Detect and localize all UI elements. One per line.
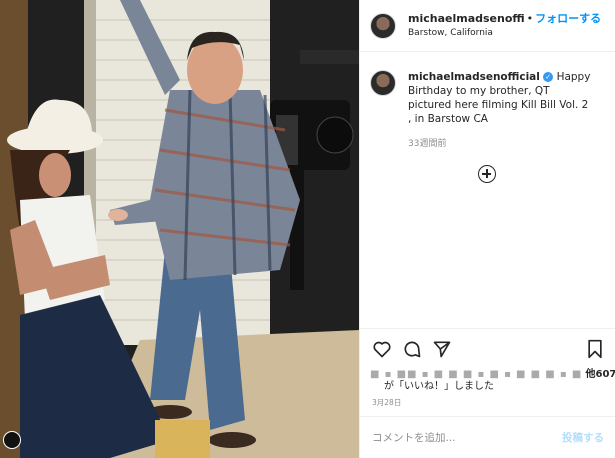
comment-icon[interactable] [402, 339, 422, 359]
caption-text: Birthday to my brother, QT pictured here… [408, 85, 589, 125]
header-username[interactable]: michaelmadsenoffi [408, 12, 525, 25]
bookmark-icon[interactable] [586, 339, 604, 359]
follow-button[interactable]: フォローする [535, 12, 601, 25]
caption-username[interactable]: michaelmadsenofficial [408, 71, 540, 83]
post-comment-button[interactable]: 投稿する [562, 430, 604, 445]
caption-text-first: Happy [556, 71, 591, 83]
heart-icon[interactable] [372, 339, 392, 359]
post-date: 3月28日 [372, 398, 402, 407]
comment-box: コメントを追加... 投稿する [360, 416, 615, 458]
avatar[interactable] [370, 12, 396, 39]
post-photo[interactable] [0, 0, 359, 458]
share-icon[interactable] [432, 339, 452, 359]
separator-dot: • [526, 11, 534, 25]
time-ago: 33週間前 [408, 139, 447, 149]
caption: michaelmadsenofficial ✓ Happy Birthday t… [360, 52, 615, 126]
post-header: michaelmadsenoffi • フォローする Barstow, Califo… [360, 0, 615, 52]
location-link[interactable]: Barstow, California [408, 28, 601, 39]
likes-count[interactable]: 他6079人 [586, 369, 615, 380]
action-bar [360, 328, 615, 369]
load-more-comments-icon[interactable] [478, 165, 496, 183]
photo-illustration [0, 0, 359, 458]
tag-icon[interactable] [3, 431, 21, 449]
comment-input[interactable]: コメントを追加... [372, 430, 456, 445]
likes-suffix: が「いいね！」しました [384, 381, 494, 392]
verified-badge-icon: ✓ [543, 72, 554, 82]
caption-avatar[interactable] [370, 70, 396, 96]
post-sidebar: michaelmadsenoffi • フォローする Barstow, Califo… [359, 0, 615, 458]
